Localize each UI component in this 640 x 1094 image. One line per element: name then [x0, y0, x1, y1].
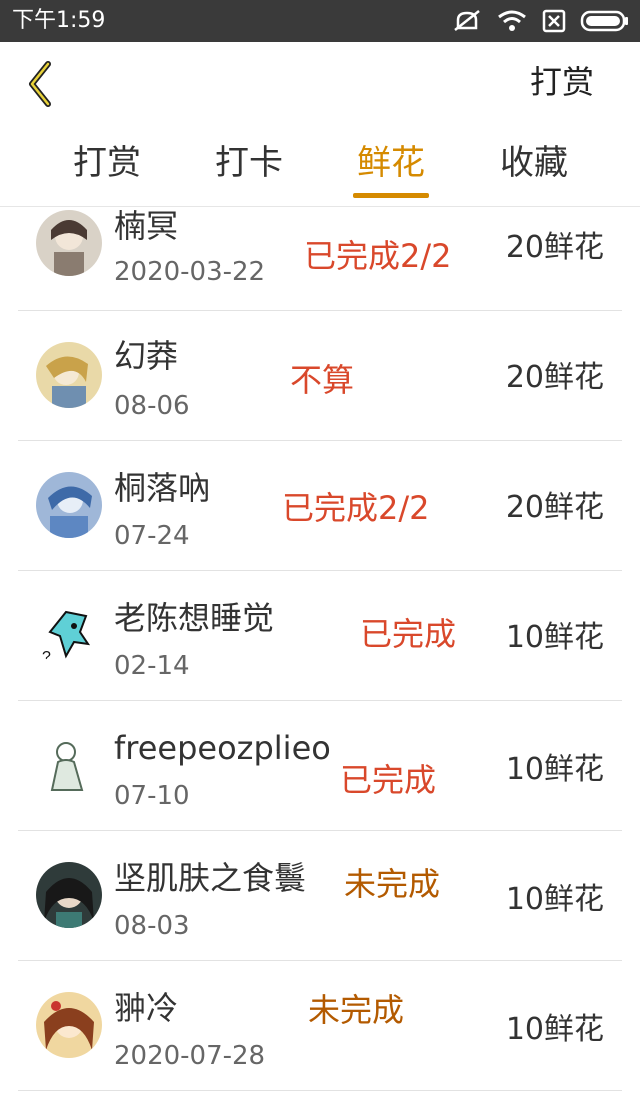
tab-flowers[interactable]: 鲜花: [331, 138, 451, 194]
tab-bar: 打赏 打卡 鲜花 收藏: [0, 128, 640, 207]
list-item[interactable]: freepeozplieo 07-10 已完成 10鲜花: [18, 700, 622, 831]
back-button[interactable]: [18, 56, 68, 112]
flower-amount: 10鲜花: [505, 882, 604, 917]
list-item[interactable]: 幻莽 08-06 不算 20鲜花: [18, 310, 622, 441]
date: 2020-03-22: [114, 257, 266, 287]
tab-checkin[interactable]: 打卡: [189, 138, 309, 194]
avatar: [36, 732, 102, 798]
user-name: 幻莽: [114, 337, 179, 375]
avatar: [36, 210, 102, 276]
user-name: freepeozplieo: [114, 729, 331, 767]
flower-list: 楠冥 2020-03-22 已完成2/2 20鲜花 幻莽 08-06 不算 20…: [0, 206, 640, 1094]
chevron-left-icon: [29, 61, 51, 107]
svg-text:?: ?: [42, 649, 51, 666]
list-item[interactable]: ? 老陈想睡觉 02-14 已完成 10鲜花: [18, 570, 622, 701]
status-time: 下午1:59: [12, 8, 106, 33]
status-label: 未完成: [308, 991, 405, 1029]
status-bar: 下午1:59: [0, 0, 640, 42]
user-name: 翀冷: [114, 989, 179, 1027]
reward-button[interactable]: 打赏: [530, 60, 594, 104]
user-name: 坚肌肤之食鬟: [114, 859, 307, 897]
list-item[interactable]: 坚肌肤之食鬟 08-03 未完成 10鲜花: [18, 830, 622, 961]
flower-amount: 10鲜花: [505, 1012, 604, 1047]
do-not-disturb-icon: [454, 10, 480, 31]
flower-amount: 10鲜花: [505, 620, 604, 655]
date: 08-03: [114, 911, 190, 941]
status-label: 不算: [290, 361, 355, 399]
date: 07-10: [114, 781, 190, 811]
user-name: 楠冥: [114, 207, 179, 245]
status-label: 已完成: [360, 615, 457, 653]
avatar: [36, 342, 102, 408]
flower-amount: 20鲜花: [505, 230, 604, 265]
flower-amount: 20鲜花: [505, 360, 604, 395]
no-sim-icon: [542, 9, 566, 33]
tab-favorites[interactable]: 收藏: [474, 138, 594, 194]
date: 2020-07-28: [114, 1041, 266, 1071]
date: 02-14: [114, 651, 190, 681]
battery-icon: [580, 10, 628, 32]
avatar: [36, 472, 102, 538]
flower-amount: 10鲜花: [505, 752, 604, 787]
user-name: 桐落吶: [114, 469, 211, 507]
status-label: 已完成: [340, 761, 437, 799]
active-tab-indicator: [353, 193, 429, 198]
avatar: [36, 992, 102, 1058]
list-item[interactable]: 桐落吶 07-24 已完成2/2 20鲜花: [18, 440, 622, 571]
tab-reward[interactable]: 打赏: [47, 138, 167, 194]
date: 07-24: [114, 521, 190, 551]
avatar: ?: [36, 602, 102, 668]
status-label: 已完成2/2: [282, 489, 430, 527]
status-icons: [452, 6, 630, 36]
avatar: [36, 862, 102, 928]
status-label: 已完成2/2: [304, 237, 452, 275]
flower-amount: 20鲜花: [505, 490, 604, 525]
status-label: 未完成: [344, 865, 441, 903]
header: 打赏: [0, 42, 640, 128]
date: 08-06: [114, 391, 190, 421]
wifi-icon: [498, 10, 526, 31]
list-item[interactable]: 翀冷 2020-07-28 未完成 10鲜花: [18, 960, 622, 1091]
user-name: 老陈想睡觉: [114, 599, 275, 637]
list-item[interactable]: 楠冥 2020-03-22 已完成2/2 20鲜花: [18, 206, 622, 311]
